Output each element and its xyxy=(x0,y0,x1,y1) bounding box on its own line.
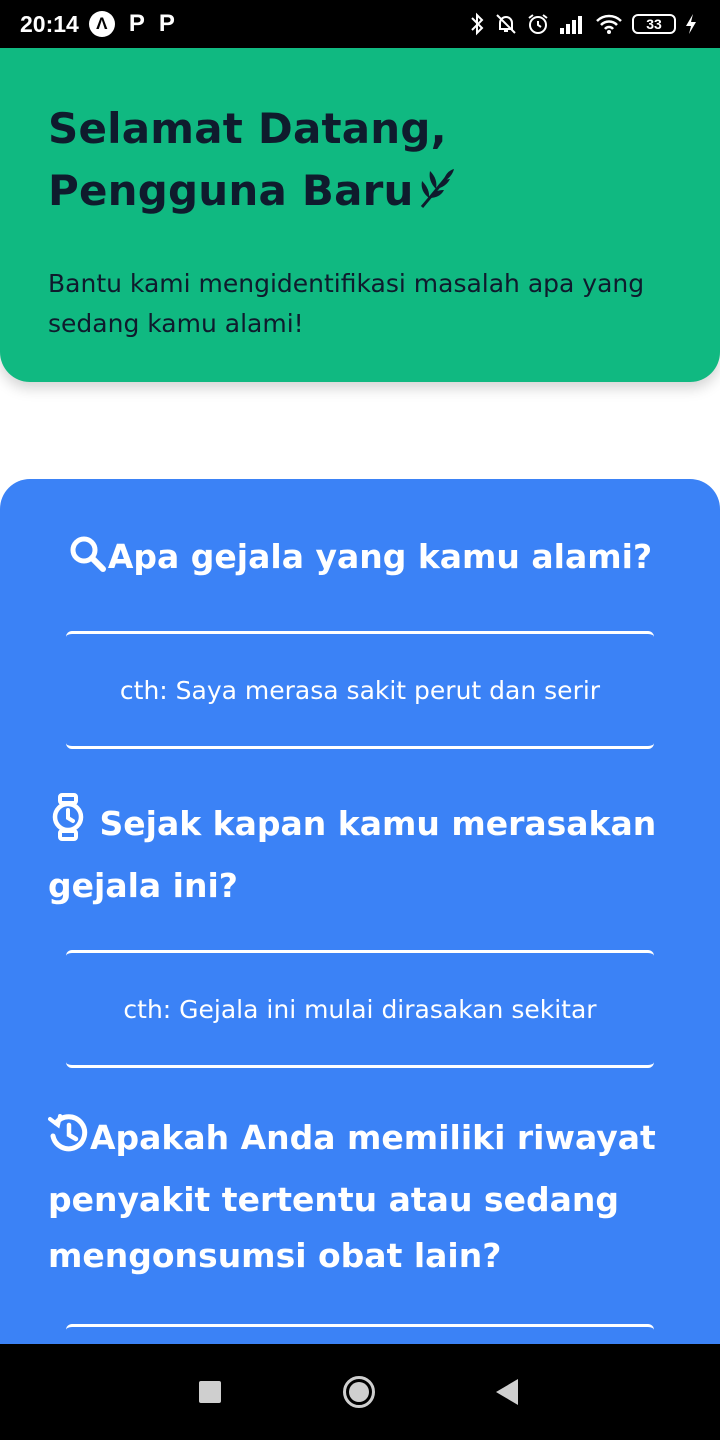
question-history: Apakah Anda memiliki riwayat penyakit te… xyxy=(48,1110,672,1284)
welcome-title-line1: Selamat Datang, xyxy=(48,104,447,153)
question-onset: Sejak kapan kamu merasakan gejala ini? xyxy=(48,793,672,914)
home-icon-inner xyxy=(349,1382,369,1402)
home-icon[interactable] xyxy=(343,1376,375,1408)
battery-icon: 33 xyxy=(632,14,676,34)
welcome-card: Selamat Datang, Pengguna Baru Bantu kami… xyxy=(0,48,720,382)
mute-bell-icon xyxy=(496,14,516,34)
battery-level: 33 xyxy=(646,16,662,32)
welcome-title-line2: Pengguna Baru xyxy=(48,166,414,215)
question-symptoms: Apa gejala yang kamu alami? xyxy=(40,529,680,591)
alarm-icon xyxy=(528,14,548,34)
recent-apps-icon[interactable] xyxy=(199,1381,221,1403)
notification-p-icon: P xyxy=(128,10,145,37)
symptoms-input[interactable]: cth: Saya merasa sakit perut dan serir xyxy=(66,631,654,749)
search-icon xyxy=(68,534,108,591)
back-icon[interactable] xyxy=(496,1379,518,1405)
charging-icon xyxy=(686,14,696,34)
signal-icon xyxy=(560,16,582,34)
welcome-subtitle: Bantu kami mengidentifikasi masalah apa … xyxy=(48,269,645,338)
status-time: 20:14 xyxy=(20,10,79,37)
welcome-title: Selamat Datang, Pengguna Baru xyxy=(48,98,672,228)
status-bar-right: 33 xyxy=(468,12,698,36)
onset-input[interactable]: cth: Gejala ini mulai dirasakan sekitar xyxy=(66,950,654,1068)
question-symptoms-label: Apa gejala yang kamu alami? xyxy=(107,537,653,576)
watch-icon xyxy=(48,793,88,858)
leaf-icon xyxy=(416,166,456,228)
question-history-label: Apakah Anda memiliki riwayat penyakit te… xyxy=(48,1118,656,1275)
notification-p-icon: P xyxy=(158,10,175,37)
symptoms-input-placeholder: cth: Saya merasa sakit perut dan serir xyxy=(119,675,601,705)
status-bar-left: 20:14 Λ P P xyxy=(20,10,175,38)
bluetooth-icon xyxy=(471,12,484,36)
wifi-icon xyxy=(596,14,622,34)
system-nav-bar xyxy=(0,1344,720,1440)
question-onset-label: Sejak kapan kamu merasakan gejala ini? xyxy=(48,804,657,905)
status-bar: 20:14 Λ P P 33 xyxy=(0,0,720,48)
symptom-form-card: Apa gejala yang kamu alami? cth: Saya me… xyxy=(0,479,720,1379)
history-icon xyxy=(48,1113,90,1172)
notification-badge-icon: Λ xyxy=(88,11,115,37)
onset-input-placeholder: cth: Gejala ini mulai dirasakan sekitar xyxy=(123,994,597,1024)
